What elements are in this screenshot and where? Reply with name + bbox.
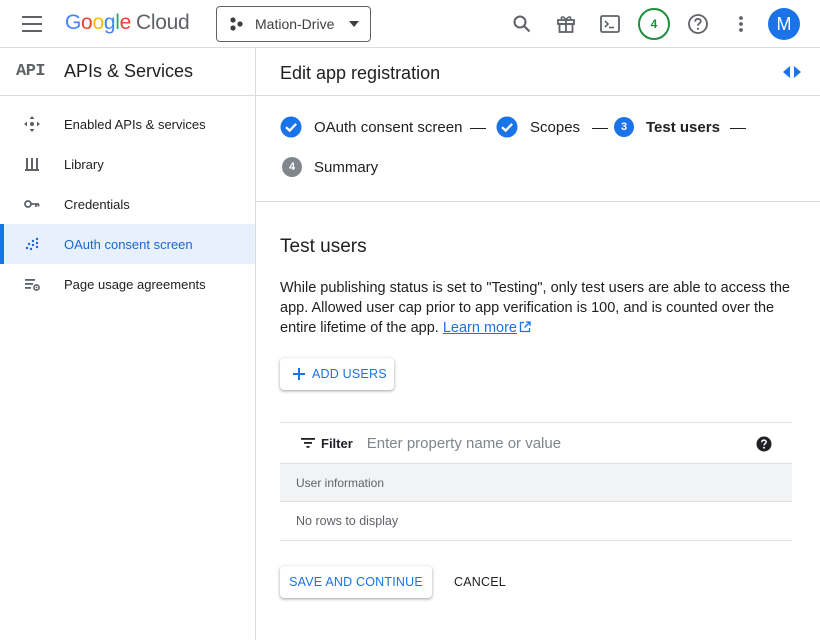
notification-count: 4 (638, 8, 670, 40)
step-connector (730, 128, 746, 129)
key-icon (22, 194, 42, 214)
api-logo: API (16, 62, 46, 81)
sidebar-header: API APIs & Services (0, 48, 255, 96)
project-name: Mation-Drive (255, 16, 335, 32)
open-in-new-icon (519, 321, 531, 333)
dotted-grid-icon (22, 234, 42, 254)
sidebar-item-label: Library (64, 156, 104, 172)
top-app-bar: Google Cloud Mation-Drive 4 M (0, 0, 820, 48)
save-and-continue-button[interactable]: SAVE AND CONTINUE (280, 566, 432, 598)
step-scopes[interactable]: Scopes (496, 116, 580, 138)
logo-letter: e (119, 11, 132, 34)
sidebar-item-label: OAuth consent screen (64, 236, 193, 252)
step-summary[interactable]: 4 Summary (282, 157, 378, 177)
empty-state-text: No rows to display (296, 514, 399, 528)
project-icon (230, 17, 243, 31)
account-avatar[interactable]: M (768, 8, 800, 40)
help-icon[interactable] (684, 10, 712, 38)
logo-letter: o (92, 11, 104, 34)
search-icon[interactable] (508, 10, 536, 38)
more-vert-icon[interactable] (727, 10, 755, 38)
move-icon (22, 114, 42, 134)
main-content: Edit app registration OAuth consent scre… (256, 48, 820, 640)
add-users-button[interactable]: ADD USERS (280, 358, 394, 390)
check-circle-icon (280, 116, 302, 138)
add-users-label: ADD USERS (312, 367, 387, 381)
step-label: OAuth consent screen (314, 118, 463, 136)
sidebar-item-enabled-apis[interactable]: Enabled APIs & services (0, 104, 255, 144)
empty-state-row: No rows to display (280, 502, 792, 541)
cloud-shell-icon[interactable] (596, 10, 624, 38)
step-connector (470, 128, 486, 129)
divider (256, 201, 820, 202)
step-label: Test users (646, 118, 720, 136)
sidebar-item-credentials[interactable]: Credentials (0, 184, 255, 224)
filter-icon (301, 438, 315, 448)
caret-down-icon (349, 21, 359, 27)
sidebar-item-oauth-consent-screen[interactable]: OAuth consent screen (0, 224, 255, 264)
logo-product-name: Cloud (135, 11, 190, 34)
sidebar-item-label: Enabled APIs & services (64, 116, 206, 132)
step-number: 4 (282, 157, 302, 177)
notifications-badge[interactable]: 4 (638, 8, 670, 40)
column-header-user-information[interactable]: User information (296, 476, 384, 490)
step-oauth-consent-screen[interactable]: OAuth consent screen (280, 116, 462, 138)
sidebar-item-page-usage-agreements[interactable]: Page usage agreements (0, 264, 255, 304)
cancel-button[interactable]: CANCEL (444, 566, 516, 598)
sidebar-item-label: Credentials (64, 196, 130, 212)
filter-input[interactable] (366, 434, 727, 452)
google-cloud-logo[interactable]: Google Cloud (65, 11, 190, 35)
description-text: While publishing status is set to "Testi… (280, 278, 800, 338)
step-number: 3 (614, 117, 634, 137)
section-title: Test users (280, 236, 367, 257)
step-label: Summary (314, 158, 379, 176)
sidebar-nav: Enabled APIs & services Library Credenti… (0, 104, 255, 304)
hamburger-menu-icon[interactable] (22, 16, 42, 32)
step-test-users[interactable]: 3 Test users (614, 117, 720, 137)
logo-letter: o (81, 11, 93, 34)
sidebar-item-library[interactable]: Library (0, 144, 255, 184)
learn-more-label: Learn more (442, 320, 517, 336)
gift-icon[interactable] (552, 10, 580, 38)
step-label: Scopes (530, 118, 581, 136)
test-users-table: Filter User information No rows to displ… (280, 422, 792, 541)
table-header: User information (280, 464, 792, 502)
learn-more-link[interactable]: Learn more (443, 320, 517, 336)
description-body: While publishing status is set to "Testi… (280, 280, 790, 336)
filter-bar: Filter (280, 422, 792, 464)
project-picker-button[interactable]: Mation-Drive (216, 6, 371, 42)
settings-list-icon (22, 274, 42, 294)
filter-label: Filter (321, 435, 353, 451)
check-circle-icon (496, 116, 518, 138)
plus-icon (293, 368, 305, 380)
library-icon (22, 154, 42, 174)
page-title: Edit app registration (280, 63, 441, 83)
sidebar-item-label: Page usage agreements (64, 276, 206, 292)
step-connector (592, 128, 608, 129)
collapse-panel-icon[interactable] (782, 65, 802, 84)
sidebar-title: APIs & Services (64, 61, 194, 81)
logo-letter: G (65, 11, 82, 34)
sidebar: API APIs & Services Enabled APIs & servi… (0, 48, 256, 640)
help-icon[interactable] (756, 436, 772, 457)
logo-letter: g (103, 11, 116, 34)
main-header: Edit app registration (256, 48, 820, 96)
